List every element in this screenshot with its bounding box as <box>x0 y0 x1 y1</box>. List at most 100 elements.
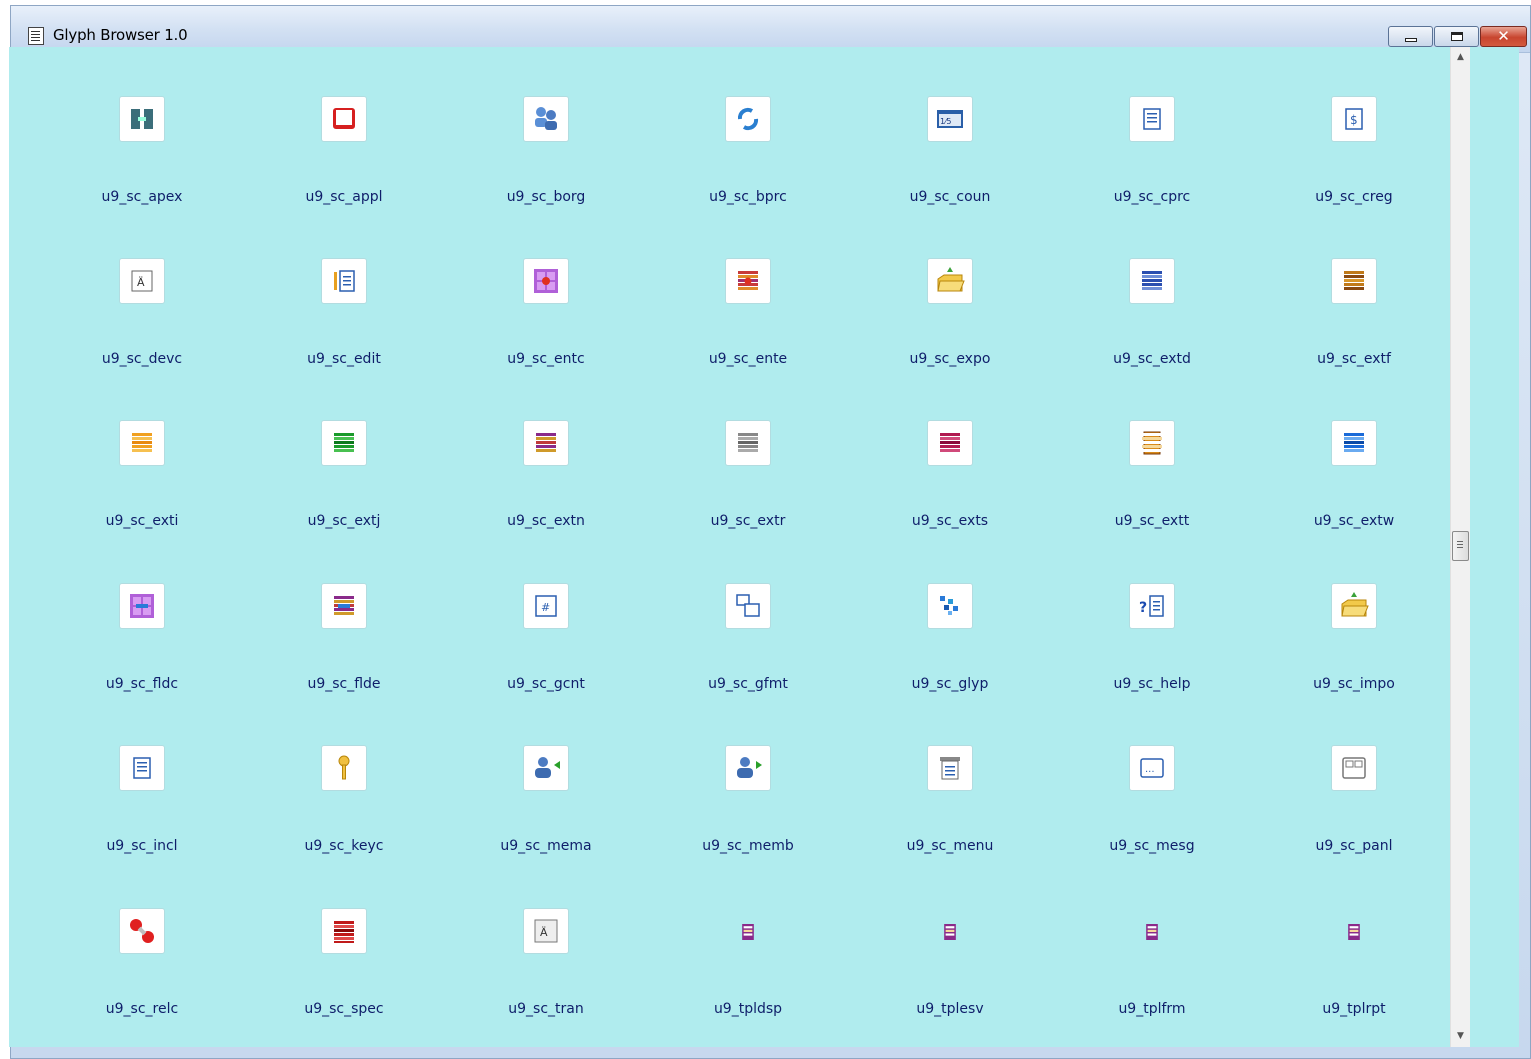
u9-sc-fldc-icon[interactable] <box>120 584 164 628</box>
glyph-cell-u9-sc-extj[interactable]: u9_sc_extj <box>255 371 435 533</box>
glyph-cell-u9-sc-exts[interactable]: u9_sc_exts <box>861 371 1041 533</box>
glyph-cell-u9-sc-impo[interactable]: u9_sc_impo <box>1265 534 1445 696</box>
maximize-button[interactable] <box>1434 26 1479 47</box>
u9-sc-edit-icon[interactable] <box>322 259 366 303</box>
glyph-cell-u9-tplrpt[interactable]: u9_tplrpt <box>1265 859 1445 1021</box>
title-bar[interactable]: Glyph Browser 1.0 ✕ <box>11 6 1530 53</box>
u9-sc-spec-icon[interactable] <box>322 909 366 953</box>
u9-sc-expo-icon[interactable] <box>928 259 972 303</box>
svg-text:?: ? <box>1139 600 1147 616</box>
glyph-cell-u9-tplesv[interactable]: u9_tplesv <box>861 859 1041 1021</box>
u9-sc-keyc-icon[interactable] <box>322 746 366 790</box>
glyph-cell-u9-sc-menu[interactable]: u9_sc_menu <box>861 696 1041 858</box>
svg-text:#: # <box>541 601 550 614</box>
u9-sc-creg-icon[interactable]: $ <box>1332 97 1376 141</box>
glyph-cell-u9-sc-fldc[interactable]: u9_sc_fldc <box>53 534 233 696</box>
glyph-cell-u9-sc-appl[interactable]: u9_sc_appl <box>255 47 435 209</box>
glyph-label: u9_sc_fldc <box>105 676 179 692</box>
glyph-label: u9_sc_ente <box>708 351 788 367</box>
glyph-cell-u9-sc-coun[interactable]: 1⁄5 u9_sc_coun <box>861 47 1041 209</box>
u9-sc-relc-icon[interactable] <box>120 909 164 953</box>
window-title: Glyph Browser 1.0 <box>53 26 188 44</box>
scroll-down-arrow-icon[interactable]: ▼ <box>1451 1028 1470 1045</box>
glyph-cell-u9-sc-relc[interactable]: u9_sc_relc <box>53 859 233 1021</box>
u9-sc-impo-icon[interactable] <box>1332 584 1376 628</box>
minimize-button[interactable] <box>1388 26 1433 47</box>
u9-sc-gcnt-icon[interactable]: # <box>524 584 568 628</box>
glyph-cell-u9-sc-gcnt[interactable]: # u9_sc_gcnt <box>457 534 637 696</box>
glyph-cell-u9-sc-tran[interactable]: Äu9_sc_tran <box>457 859 637 1021</box>
u9-sc-flde-icon[interactable] <box>322 584 366 628</box>
u9-sc-extj-icon[interactable] <box>322 421 366 465</box>
glyph-cell-u9-sc-cprc[interactable]: u9_sc_cprc <box>1063 47 1243 209</box>
u9-sc-extt-icon[interactable] <box>1130 421 1174 465</box>
glyph-cell-u9-sc-extt[interactable]: u9_sc_extt <box>1063 371 1243 533</box>
glyph-cell-u9-sc-devc[interactable]: Äu9_sc_devc <box>53 209 233 371</box>
close-button[interactable]: ✕ <box>1480 26 1527 47</box>
glyph-cell-u9-sc-edit[interactable]: u9_sc_edit <box>255 209 435 371</box>
glyph-cell-u9-sc-bprc[interactable]: u9_sc_bprc <box>659 47 839 209</box>
u9-sc-extf-icon[interactable] <box>1332 259 1376 303</box>
glyph-cell-u9-tpldsp[interactable]: u9_tpldsp <box>659 859 839 1021</box>
u9-sc-memb-icon[interactable] <box>726 746 770 790</box>
u9-sc-menu-icon[interactable] <box>928 746 972 790</box>
glyph-cell-u9-sc-extr[interactable]: u9_sc_extr <box>659 371 839 533</box>
glyph-cell-u9-sc-glyp[interactable]: u9_sc_glyp <box>861 534 1041 696</box>
u9-tplfrm-icon[interactable] <box>1136 916 1168 948</box>
u9-sc-bprc-icon[interactable] <box>726 97 770 141</box>
u9-sc-glyp-icon[interactable] <box>928 584 972 628</box>
u9-sc-tran-icon[interactable]: Ä <box>524 909 568 953</box>
u9-sc-extd-icon[interactable] <box>1130 259 1174 303</box>
glyph-label: u9_sc_flde <box>307 676 381 692</box>
glyph-cell-u9-sc-memb[interactable]: u9_sc_memb <box>659 696 839 858</box>
glyph-cell-u9-sc-expo[interactable]: u9_sc_expo <box>861 209 1041 371</box>
glyph-cell-u9-sc-flde[interactable]: u9_sc_flde <box>255 534 435 696</box>
glyph-cell-u9-sc-creg[interactable]: $ u9_sc_creg <box>1265 47 1445 209</box>
u9-sc-borg-icon[interactable] <box>524 97 568 141</box>
glyph-cell-u9-sc-help[interactable]: ? u9_sc_help <box>1063 534 1243 696</box>
u9-tplesv-icon[interactable] <box>934 916 966 948</box>
glyph-cell-u9-sc-mema[interactable]: u9_sc_mema <box>457 696 637 858</box>
glyph-cell-u9-sc-panl[interactable]: u9_sc_panl <box>1265 696 1445 858</box>
u9-sc-exti-icon[interactable] <box>120 421 164 465</box>
u9-sc-ente-icon[interactable] <box>726 259 770 303</box>
u9-sc-extr-icon[interactable] <box>726 421 770 465</box>
u9-tplrpt-icon[interactable] <box>1338 916 1370 948</box>
u9-sc-extw-icon[interactable] <box>1332 421 1376 465</box>
u9-sc-exts-icon[interactable] <box>928 421 972 465</box>
u9-sc-devc-icon[interactable]: Ä <box>120 259 164 303</box>
scrollbar-thumb[interactable] <box>1452 531 1469 561</box>
u9-sc-mema-icon[interactable] <box>524 746 568 790</box>
glyph-cell-u9-sc-gfmt[interactable]: u9_sc_gfmt <box>659 534 839 696</box>
glyph-cell-u9-sc-extw[interactable]: u9_sc_extw <box>1265 371 1445 533</box>
glyph-label: u9_sc_keyc <box>304 838 384 854</box>
u9-sc-gfmt-icon[interactable] <box>726 584 770 628</box>
glyph-cell-u9-sc-extn[interactable]: u9_sc_extn <box>457 371 637 533</box>
glyph-cell-u9-sc-exti[interactable]: u9_sc_exti <box>53 371 233 533</box>
u9-sc-extn-icon[interactable] <box>524 421 568 465</box>
glyph-cell-u9-sc-spec[interactable]: u9_sc_spec <box>255 859 435 1021</box>
glyph-cell-u9-sc-ente[interactable]: u9_sc_ente <box>659 209 839 371</box>
u9-sc-help-icon[interactable]: ? <box>1130 584 1174 628</box>
u9-sc-apex-icon[interactable] <box>120 97 164 141</box>
u9-sc-mesg-icon[interactable]: ... <box>1130 746 1174 790</box>
glyph-cell-u9-tplfrm[interactable]: u9_tplfrm <box>1063 859 1243 1021</box>
u9-sc-incl-icon[interactable] <box>120 746 164 790</box>
glyph-cell-u9-sc-entc[interactable]: u9_sc_entc <box>457 209 637 371</box>
u9-sc-cprc-icon[interactable] <box>1130 97 1174 141</box>
glyph-cell-u9-sc-apex[interactable]: u9_sc_apex <box>53 47 233 209</box>
vertical-scrollbar[interactable]: ▲ ▼ <box>1450 47 1470 1047</box>
u9-tpldsp-icon[interactable] <box>732 916 764 948</box>
glyph-cell-u9-sc-keyc[interactable]: u9_sc_keyc <box>255 696 435 858</box>
glyph-cell-u9-sc-extf[interactable]: u9_sc_extf <box>1265 209 1445 371</box>
glyph-label: u9_sc_memb <box>702 838 794 854</box>
glyph-cell-u9-sc-borg[interactable]: u9_sc_borg <box>457 47 637 209</box>
glyph-cell-u9-sc-incl[interactable]: u9_sc_incl <box>53 696 233 858</box>
u9-sc-coun-icon[interactable]: 1⁄5 <box>928 97 972 141</box>
u9-sc-entc-icon[interactable] <box>524 259 568 303</box>
glyph-cell-u9-sc-mesg[interactable]: ... u9_sc_mesg <box>1063 696 1243 858</box>
u9-sc-appl-icon[interactable] <box>322 97 366 141</box>
u9-sc-panl-icon[interactable] <box>1332 746 1376 790</box>
glyph-cell-u9-sc-extd[interactable]: u9_sc_extd <box>1063 209 1243 371</box>
scroll-up-arrow-icon[interactable]: ▲ <box>1451 49 1470 66</box>
